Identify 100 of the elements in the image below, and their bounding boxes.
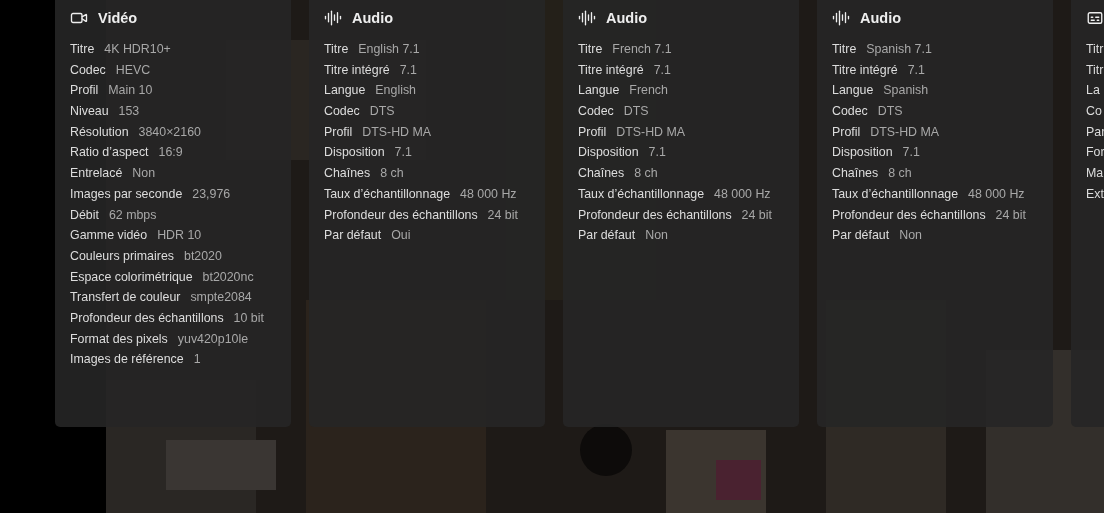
property-value: bt2020nc [202, 268, 254, 286]
property-value: Non [645, 227, 668, 245]
property-label: Profondeur des échantillons [70, 309, 224, 327]
property-label: Titre [578, 41, 603, 58]
property-value: 23,976 [192, 185, 231, 203]
property-value: 7.1 [399, 61, 417, 79]
property-value: Spanish [883, 82, 929, 100]
property-value: 62 mbps [108, 206, 157, 224]
property-label: Disposition [578, 144, 639, 162]
card-title: Audio [606, 10, 648, 26]
property-value: 3840×2160 [138, 123, 201, 141]
property-value: 24 bit [741, 206, 772, 224]
property-value: DTS [369, 103, 395, 121]
property-value: 7.1 [907, 61, 925, 79]
card-title: Audio [860, 10, 902, 26]
property-value: 24 bit [487, 206, 518, 224]
property-value: yuv420p10le [177, 330, 249, 348]
property-label: Images de référence [70, 351, 184, 369]
property-value: Non [132, 165, 156, 183]
property-label: Titre intégré [832, 61, 898, 79]
property-value: bt2020 [184, 247, 222, 265]
property-label: Titre [70, 41, 95, 58]
property-value: DTS [877, 103, 903, 121]
property-label: Ma [1086, 165, 1104, 183]
property-label: Langue [832, 82, 874, 100]
property-label: Taux d’échantillonnage [578, 185, 705, 203]
property-label: Langue [324, 82, 366, 100]
property-value: 7.1 [902, 144, 920, 162]
property-value: French 7.1 [612, 41, 672, 58]
property-label: Profondeur des échantillons [324, 206, 478, 224]
property-label: Niveau [70, 103, 109, 121]
property-value: English 7.1 [358, 41, 420, 58]
property-label: Transfert de couleur [70, 289, 181, 307]
property-label: Codec [832, 103, 868, 121]
captions-icon [1086, 9, 1104, 27]
property-value: 7.1 [648, 144, 666, 162]
property-value: 7.1 [653, 61, 671, 79]
property-label: Profondeur des échantillons [578, 206, 732, 224]
property-label: Espace colorimétrique [70, 268, 193, 286]
card-title: Audio [352, 10, 394, 26]
property-value: DTS-HD MA [870, 123, 940, 141]
property-value: 10 bit [233, 309, 264, 327]
property-value: 48 000 Hz [968, 185, 1025, 203]
property-value: French [629, 82, 668, 100]
property-value: 1 [193, 351, 201, 369]
property-label: Profondeur des échantillons [832, 206, 986, 224]
property-label: Entrelacé [70, 165, 123, 183]
property-value: HDR 10 [157, 227, 202, 245]
property-label: Images par seconde [70, 185, 183, 203]
property-label: Gamme vidéo [70, 227, 148, 245]
property-value: 48 000 Hz [460, 185, 517, 203]
audio-waveform-icon [324, 9, 342, 27]
property-label: Chaînes [578, 165, 625, 183]
property-label: Titre intégré [578, 61, 644, 79]
property-label: Ratio d’aspect [70, 144, 149, 162]
property-value: 4K HDR10+ [104, 41, 171, 58]
property-value: 153 [118, 103, 140, 121]
property-label: Taux d’échantillonnage [832, 185, 959, 203]
property-label: Codec [578, 103, 614, 121]
property-label: Titre [832, 41, 857, 58]
property-label: Codec [70, 61, 106, 79]
property-label: Par défaut [832, 227, 890, 245]
property-label: Ext [1086, 185, 1104, 203]
property-value: DTS-HD MA [362, 123, 432, 141]
property-value: DTS-HD MA [616, 123, 686, 141]
property-label: Profil [578, 123, 607, 141]
property-value: English [375, 82, 416, 100]
property-label: Titr [1086, 41, 1104, 58]
property-label: Disposition [832, 144, 893, 162]
property-value: 8 ch [380, 165, 404, 183]
audio-waveform-icon [578, 9, 596, 27]
property-label: Format des pixels [70, 330, 168, 348]
property-label: Chaînes [832, 165, 879, 183]
card-title: Vidéo [98, 10, 138, 26]
property-value: Non [899, 227, 922, 245]
property-value: 16:9 [158, 144, 183, 162]
property-label: Codec [324, 103, 360, 121]
property-value: 8 ch [888, 165, 912, 183]
property-label: Résolution [70, 123, 129, 141]
property-label: La [1086, 82, 1100, 100]
property-label: Chaînes [324, 165, 371, 183]
property-value: 7.1 [394, 144, 412, 162]
property-label: Profil [324, 123, 353, 141]
property-value: Spanish 7.1 [866, 41, 932, 58]
property-label: Débit [70, 206, 99, 224]
property-value: smpte2084 [190, 289, 252, 307]
property-label: Titr [1086, 61, 1104, 79]
property-value: Main 10 [108, 82, 153, 100]
property-label: For [1086, 144, 1104, 162]
property-label: Profil [70, 82, 99, 100]
property-value: 48 000 Hz [714, 185, 771, 203]
property-label: Co [1086, 103, 1102, 121]
property-label: Titre [324, 41, 349, 58]
audio-waveform-icon [832, 9, 850, 27]
property-label: Titre intégré [324, 61, 390, 79]
property-value: Oui [391, 227, 411, 245]
property-label: Profil [832, 123, 861, 141]
property-label: Par défaut [324, 227, 382, 245]
property-value: HEVC [115, 61, 151, 79]
property-label: Couleurs primaires [70, 247, 174, 265]
